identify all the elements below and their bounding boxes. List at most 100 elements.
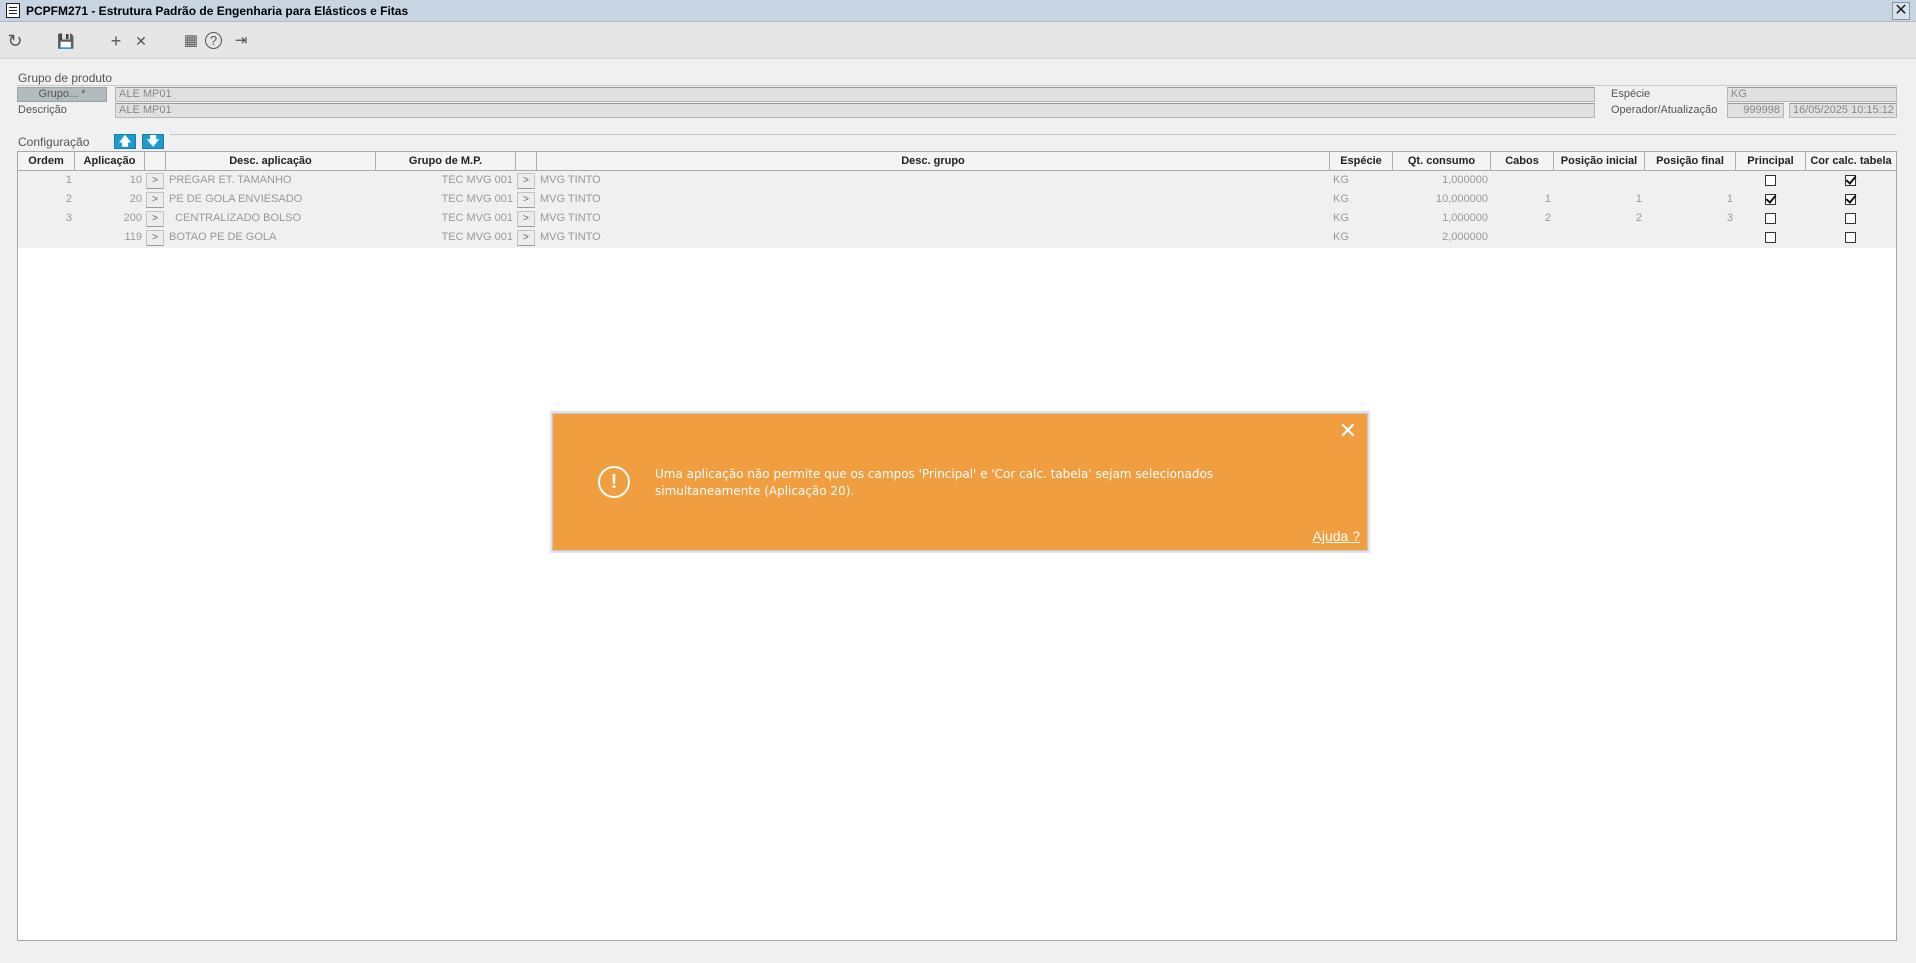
cell-qt-consumo[interactable]: 2,000000 (1393, 228, 1491, 247)
cell-desc-grupo: MVG TINTO (540, 212, 601, 224)
aplicacao-lookup-button[interactable]: > (146, 211, 164, 227)
col-desc-aplicacao[interactable]: Desc. aplicação (166, 152, 376, 170)
grupo-field[interactable]: ALE MP01 (115, 87, 1595, 102)
cell-aplicacao[interactable]: 200 (75, 209, 145, 228)
add-icon[interactable]: + (105, 30, 127, 52)
cell-ordem[interactable]: 1 (18, 171, 75, 190)
principal-checkbox[interactable] (1765, 194, 1776, 205)
cell-especie: KG (1333, 231, 1349, 243)
col-ordem[interactable]: Ordem (18, 152, 75, 170)
operador-field[interactable]: 999998 (1727, 103, 1784, 118)
cell-aplicacao[interactable]: 20 (75, 190, 145, 209)
cell-posicao-inicial[interactable]: 2 (1554, 209, 1645, 228)
col-especie[interactable]: Espécie (1330, 152, 1393, 170)
cell-qt-consumo[interactable]: 1,000000 (1393, 209, 1491, 228)
title-bar: PCPFM271 - Estrutura Padrão de Engenhari… (0, 0, 1916, 22)
cell-aplicacao[interactable]: 119 (75, 228, 145, 247)
col-posicao-final[interactable]: Posição final (1645, 152, 1736, 170)
cell-especie: KG (1333, 174, 1349, 186)
cell-posicao-final[interactable] (1645, 171, 1736, 190)
principal-checkbox[interactable] (1765, 232, 1776, 243)
section-grupo-produto: Grupo de produto (18, 71, 113, 85)
cor-calc-tabela-checkbox[interactable] (1845, 213, 1856, 224)
section-divider (17, 85, 1897, 86)
principal-checkbox[interactable] (1765, 175, 1776, 186)
grupo-mp-lookup-button[interactable]: > (517, 192, 535, 208)
cell-especie: KG (1333, 193, 1349, 205)
cell-ordem[interactable]: 2 (18, 190, 75, 209)
table-row[interactable]: 2 20 > PE DE GOLA ENVIESADO TEC MVG 001 … (18, 190, 1896, 209)
especie-label: Espécie (1611, 88, 1651, 100)
especie-field[interactable]: KG (1727, 87, 1897, 102)
cell-posicao-final[interactable] (1645, 228, 1736, 247)
col-desc-grupo[interactable]: Desc. grupo (537, 152, 1330, 170)
table-row[interactable]: 3 200 > CENTRALIZADO BOLSO TEC MVG 001 >… (18, 209, 1896, 228)
refresh-icon[interactable]: ↻ (4, 30, 26, 52)
window-close-button[interactable]: ✕ (1892, 2, 1910, 20)
calendar-icon[interactable]: ▦ (180, 30, 202, 52)
cell-posicao-final[interactable]: 3 (1645, 209, 1736, 228)
col-aplicacao[interactable]: Aplicação (75, 152, 145, 170)
alert-icon: ! (598, 466, 630, 498)
table-row[interactable]: 1 10 > PREGAR ET. TAMANHO TEC MVG 001 > … (18, 171, 1896, 190)
cell-ordem[interactable]: 3 (18, 209, 75, 228)
cell-grupo-mp[interactable]: TEC MVG 001 (376, 171, 516, 190)
cor-calc-tabela-checkbox[interactable] (1845, 194, 1856, 205)
atualizacao-field[interactable]: 16/05/2025 10:15:12 (1789, 103, 1897, 118)
cell-cabos[interactable] (1491, 171, 1554, 190)
col-arrow-2 (516, 152, 537, 170)
col-principal[interactable]: Principal (1736, 152, 1806, 170)
cor-calc-tabela-checkbox[interactable] (1845, 175, 1856, 186)
cell-desc-aplicacao: PE DE GOLA ENVIESADO (169, 193, 303, 205)
col-cabos[interactable]: Cabos (1491, 152, 1554, 170)
move-down-button[interactable]: 🡇 (142, 134, 164, 149)
toast-close-icon[interactable]: ✕ (1339, 420, 1357, 442)
save-icon[interactable]: 💾 (55, 30, 77, 52)
cell-desc-aplicacao: PREGAR ET. TAMANHO (169, 174, 292, 186)
cell-posicao-inicial[interactable]: 1 (1554, 190, 1645, 209)
grupo-mp-lookup-button[interactable]: > (517, 211, 535, 227)
col-posicao-inicial[interactable]: Posição inicial (1554, 152, 1645, 170)
cell-cabos[interactable]: 1 (1491, 190, 1554, 209)
col-qt-consumo[interactable]: Qt. consumo (1393, 152, 1491, 170)
cell-grupo-mp[interactable]: TEC MVG 001 (376, 228, 516, 247)
col-cor-calc-tabela[interactable]: Cor calc. tabela (1806, 152, 1896, 170)
grupo-lookup-button[interactable]: Grupo... * (17, 87, 107, 102)
table-row[interactable]: 119 > BOTAO PE DE GOLA TEC MVG 001 > MVG… (18, 228, 1896, 247)
cell-posicao-inicial[interactable] (1554, 228, 1645, 247)
help-link[interactable]: Ajuda ? (1313, 528, 1360, 544)
descricao-field[interactable]: ALE MP01 (115, 103, 1595, 118)
document-icon (6, 3, 20, 18)
cell-qt-consumo[interactable]: 1,000000 (1393, 171, 1491, 190)
principal-checkbox[interactable] (1765, 213, 1776, 224)
toast-message-line-1: Uma aplicação não permite que os campos … (655, 467, 1214, 481)
cell-desc-grupo: MVG TINTO (540, 193, 601, 205)
exit-icon[interactable]: ⇥ (230, 30, 252, 52)
move-up-button[interactable]: 🡅 (114, 134, 136, 149)
cor-calc-tabela-checkbox[interactable] (1845, 232, 1856, 243)
operador-label: Operador/Atualização (1611, 104, 1718, 116)
grupo-mp-lookup-button[interactable]: > (517, 173, 535, 189)
cell-qt-consumo[interactable]: 10,000000 (1393, 190, 1491, 209)
help-icon[interactable]: ? (205, 32, 222, 49)
toast-message-line-2: simultaneamente (Aplicação 20). (655, 484, 855, 498)
cell-cabos[interactable] (1491, 228, 1554, 247)
cell-grupo-mp[interactable]: TEC MVG 001 (376, 209, 516, 228)
cell-desc-grupo: MVG TINTO (540, 231, 601, 243)
aplicacao-lookup-button[interactable]: > (146, 192, 164, 208)
cell-aplicacao[interactable]: 10 (75, 171, 145, 190)
grupo-mp-lookup-button[interactable]: > (517, 230, 535, 246)
cell-grupo-mp[interactable]: TEC MVG 001 (376, 190, 516, 209)
aplicacao-lookup-button[interactable]: > (146, 173, 164, 189)
cell-ordem[interactable] (18, 228, 75, 247)
cell-desc-aplicacao: CENTRALIZADO BOLSO (169, 212, 302, 224)
cell-posicao-final[interactable]: 1 (1645, 190, 1736, 209)
section-divider (170, 134, 1897, 135)
col-arrow-1 (145, 152, 166, 170)
col-grupo-mp[interactable]: Grupo de M.P. (376, 152, 516, 170)
cell-cabos[interactable]: 2 (1491, 209, 1554, 228)
delete-icon[interactable]: ✕ (130, 30, 152, 52)
cell-especie: KG (1333, 212, 1349, 224)
cell-posicao-inicial[interactable] (1554, 171, 1645, 190)
aplicacao-lookup-button[interactable]: > (146, 230, 164, 246)
